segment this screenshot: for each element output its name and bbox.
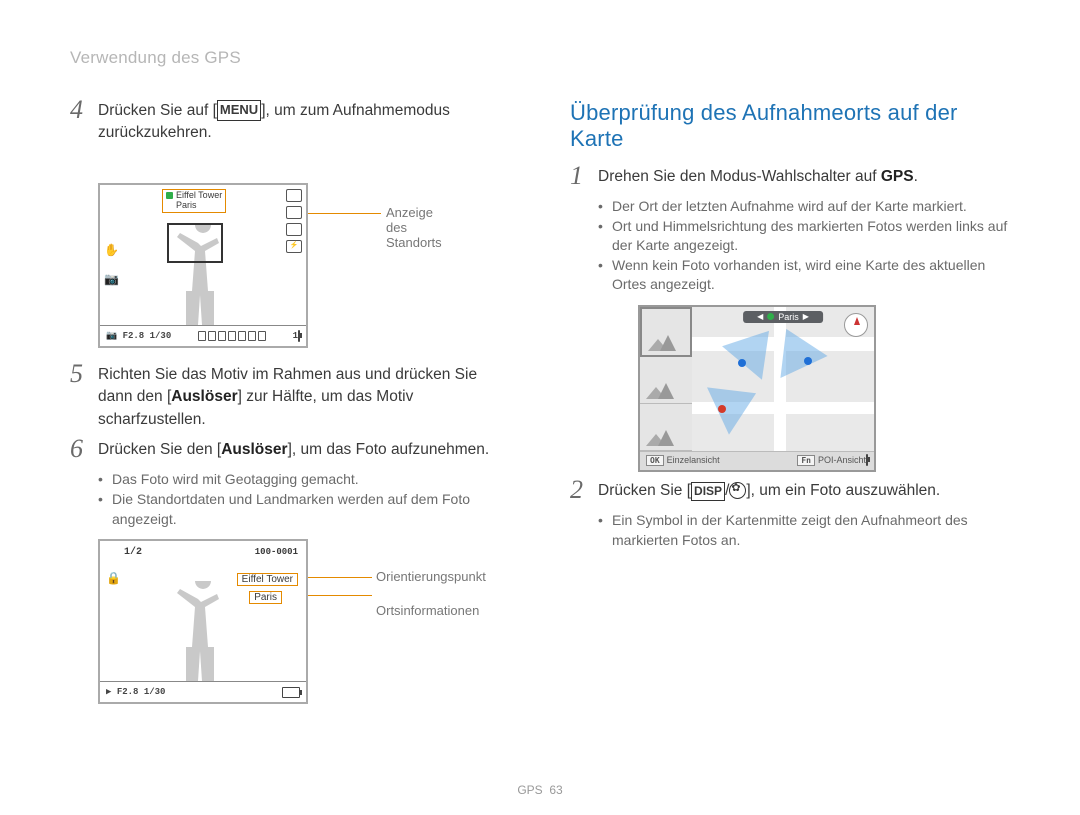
- metering-icon: [286, 223, 302, 236]
- mode-icon: [286, 189, 302, 202]
- battery-icon: [298, 330, 300, 342]
- disp-button-label: DISP: [691, 482, 725, 501]
- thumbnail: [640, 404, 692, 451]
- map-screenshot: ◀Paris▶ OKEinzelansicht FnPOI-Ansicht: [638, 305, 876, 472]
- battery-icon: [866, 454, 868, 466]
- bullet-item: Der Ort der letzten Aufnahme wird auf de…: [598, 197, 1010, 217]
- file-number: 100-0001: [255, 547, 298, 557]
- camera-screenshot-2: Orientierungspunkt Ortsinformationen 1/2…: [98, 539, 428, 704]
- step4-pre: Drücken Sie auf [: [98, 102, 217, 119]
- bullet-item: Das Foto wird mit Geotagging gemacht.: [98, 470, 510, 490]
- bullet-item: Ort und Himmelsrichtung des markierten F…: [598, 217, 1010, 256]
- right-column: Überprüfung des Aufnahmeorts auf der Kar…: [570, 100, 1010, 704]
- callout-landmark: Orientierungspunkt: [376, 569, 486, 584]
- bullet-item: Wenn kein Foto vorhanden ist, wird eine …: [598, 256, 1010, 295]
- callout-location-display: Anzeige des Standorts: [386, 205, 442, 250]
- battery-icon: [282, 687, 300, 698]
- step-2-right: 2 Drücken Sie [DISP/], um ein Foto auszu…: [570, 480, 1010, 503]
- gps-status-icon: [166, 192, 173, 199]
- thumbnail-selected: [640, 307, 692, 357]
- breadcrumb: Verwendung des GPS: [70, 48, 1010, 68]
- menu-button-label: MENU: [217, 100, 261, 121]
- page-footer: GPS 63: [0, 783, 1080, 797]
- map-area: ◀Paris▶: [692, 307, 874, 451]
- gps-dot-icon: [767, 313, 774, 320]
- flash-icon: ⚡: [286, 240, 302, 253]
- gps-location-tag: Eiffel Tower Paris: [162, 189, 226, 213]
- camera-icon: 📷: [104, 274, 118, 285]
- af-icon: [286, 206, 302, 219]
- photo-marker-icon: [804, 357, 812, 365]
- step-2-right-bullets: Ein Symbol in der Kartenmitte zeigt den …: [598, 511, 1010, 550]
- step-number: 6: [70, 436, 98, 462]
- callout-place-info: Ortsinformationen: [376, 603, 479, 618]
- step-6: 6 Drücken Sie den [Auslöser], um das Fot…: [70, 439, 510, 462]
- focus-frame: [167, 223, 223, 263]
- macro-icon: [729, 482, 746, 499]
- lock-icon: 🔒: [106, 571, 121, 585]
- ok-button-label: OK: [646, 455, 664, 466]
- bullet-item: Die Standortdaten und Landmarken werden …: [98, 490, 510, 529]
- step-number: 1: [570, 163, 598, 189]
- step-number: 4: [70, 97, 98, 123]
- image-counter: 1/2: [124, 547, 142, 558]
- fn-button-label: Fn: [797, 455, 815, 466]
- landmark-tag: Eiffel Tower: [237, 573, 298, 586]
- camera-screenshot-1: Anzeige des Standorts Eiffel Tower Paris…: [98, 183, 388, 348]
- photo-marker-icon: [738, 359, 746, 367]
- compass-icon: [844, 313, 868, 337]
- place-tag: Paris: [249, 591, 282, 604]
- step-1-right: 1 Drehen Sie den Modus-Wahlschalter auf …: [570, 166, 1010, 189]
- step-4: 4 Drücken Sie auf [MENU], um zum Aufnahm…: [70, 100, 510, 145]
- subject-silhouette: [168, 581, 238, 681]
- step-5: 5 Richten Sie das Motiv im Rahmen aus un…: [70, 364, 510, 431]
- current-marker-icon: [718, 405, 726, 413]
- map-footer-bar: OKEinzelansicht FnPOI-Ansicht: [640, 451, 874, 470]
- thumbnail: [640, 357, 692, 404]
- left-column: 4 Drücken Sie auf [MENU], um zum Aufnahm…: [70, 100, 510, 704]
- camera-status-bar: 📷 F2.8 1/30 1: [100, 325, 306, 346]
- step-6-bullets: Das Foto wird mit Geotagging gemacht. Di…: [98, 470, 510, 529]
- bullet-item: Ein Symbol in der Kartenmitte zeigt den …: [598, 511, 1010, 550]
- step-number: 5: [70, 361, 98, 387]
- thumbnail-strip: [640, 307, 692, 451]
- stabilization-icon: ✋: [104, 245, 118, 256]
- step-number: 2: [570, 477, 598, 503]
- playback-status-bar: ▶ F2.8 1/30: [100, 681, 306, 702]
- section-title: Überprüfung des Aufnahmeorts auf der Kar…: [570, 100, 1010, 152]
- step-1-right-bullets: Der Ort der letzten Aufnahme wird auf de…: [598, 197, 1010, 295]
